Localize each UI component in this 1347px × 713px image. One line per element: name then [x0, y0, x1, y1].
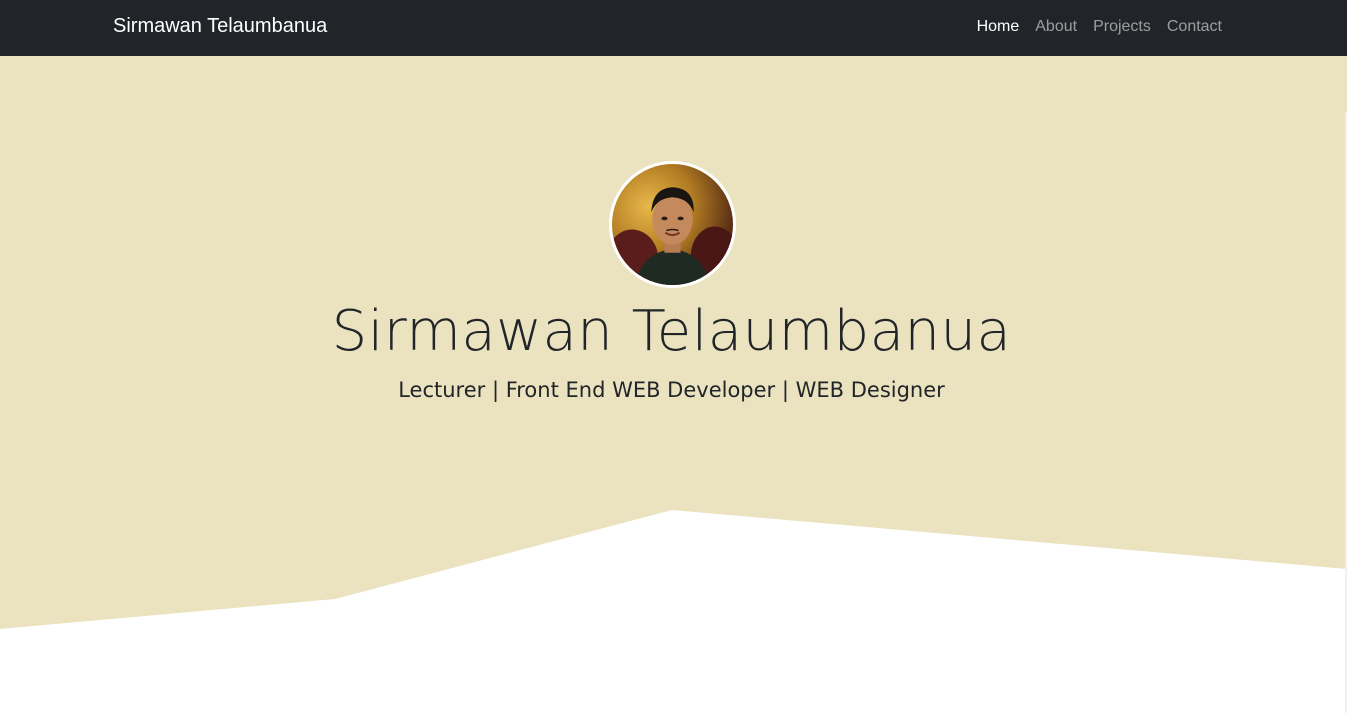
navbar-brand[interactable]: Sirmawan Telaumbanua: [113, 15, 327, 38]
nav-link-about[interactable]: About: [1035, 18, 1077, 36]
hero-section: Sirmawan Telaumbanua Lecturer | Front En…: [0, 56, 1347, 713]
hero-subtitle: Lecturer | Front End WEB Developer | WEB…: [398, 378, 945, 402]
profile-photo-icon: [612, 164, 733, 285]
nav-link-projects[interactable]: Projects: [1093, 18, 1151, 36]
nav-link-home[interactable]: Home: [977, 18, 1020, 36]
hero-title: Sirmawan Telaumbanua: [331, 299, 1012, 364]
nav-links: Home About Projects Contact: [977, 18, 1222, 36]
nav-link-contact[interactable]: Contact: [1167, 18, 1222, 36]
navbar: Sirmawan Telaumbanua Home About Projects…: [0, 0, 1347, 56]
avatar: [609, 161, 736, 288]
